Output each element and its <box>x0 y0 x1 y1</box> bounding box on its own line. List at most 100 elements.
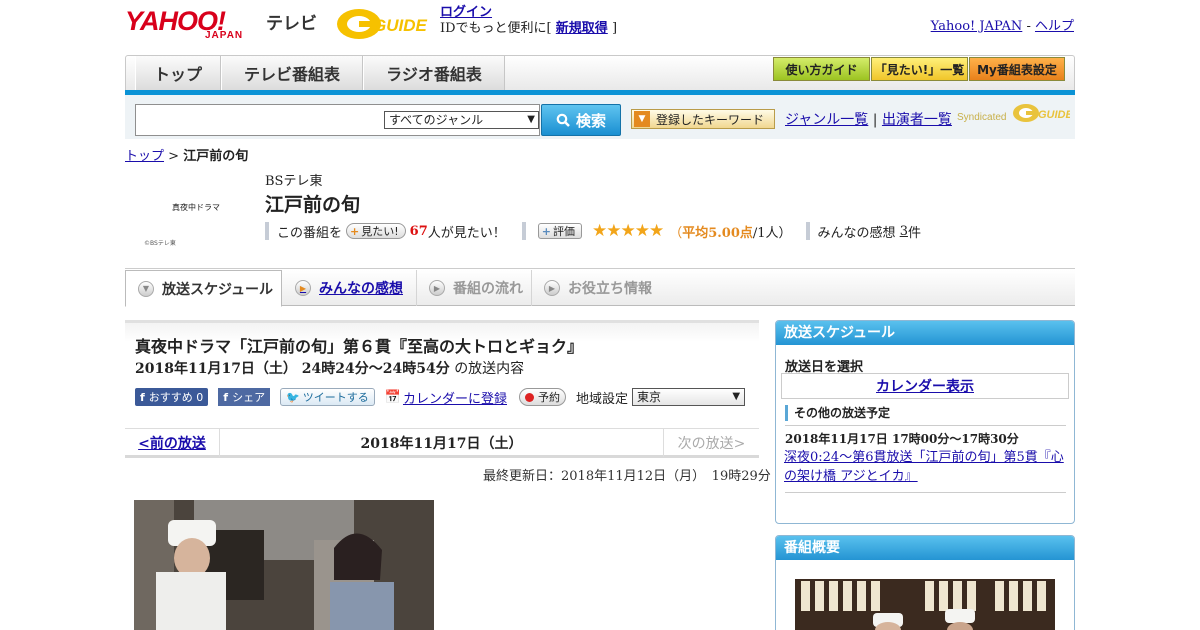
header-separator: - <box>1026 19 1031 34</box>
facebook-recommend-count: 0 <box>196 390 204 404</box>
rate-button-label: 評価 <box>552 225 575 238</box>
facebook-icon: f <box>223 390 229 404</box>
usage-guide-button[interactable]: 使い方ガイド <box>773 57 870 81</box>
record-dot-icon <box>525 392 534 402</box>
rating-people: /1人） <box>752 225 792 241</box>
other-broadcast-item: 深夜0:24～第6貫放送「江戸前の旬」第5貫『心の架け橋 アジとイカ』 <box>784 448 1069 486</box>
breadcrumb-top-link[interactable]: トップ <box>125 149 164 164</box>
header-links: Yahoo! JAPAN - ヘルプ <box>931 15 1074 34</box>
add-to-calendar-link[interactable]: カレンダーに登録 <box>403 388 507 407</box>
region-select[interactable]: 東京 ▼ <box>632 388 746 406</box>
nav-tab-radio-schedule[interactable]: ラジオ番組表 <box>363 56 505 90</box>
chevron-right-icon: ▶ <box>544 280 560 296</box>
calendar-display-button[interactable]: カレンダー表示 <box>781 373 1069 399</box>
genre-select[interactable]: すべてのジャンル ▼ <box>384 111 539 129</box>
episode-title: 真夜中ドラマ「江戸前の旬」第６貫『至高の大トロとギョク』 <box>135 337 584 356</box>
svg-text:GUIDE: GUIDE <box>1038 109 1070 121</box>
login-link[interactable]: ログイン <box>440 5 492 20</box>
nav-tab-top[interactable]: トップ <box>135 56 221 90</box>
breadcrumb-current: 江戸前の旬 <box>183 149 249 164</box>
syndicated-label: Syndicated <box>957 112 1007 123</box>
search-button-label: 検索 <box>575 111 606 130</box>
genre-list-link[interactable]: ジャンル一覧 <box>785 112 868 128</box>
tab-schedule-label: 放送スケジュール <box>162 281 274 298</box>
plus-icon: + <box>350 224 360 238</box>
facebook-recommend-label: おすすめ <box>148 391 193 404</box>
rating-average-open: （ <box>669 225 683 241</box>
want-suffix: 人が見たい！ <box>427 225 506 241</box>
register-link[interactable]: 新規取得 <box>556 21 608 36</box>
program-title: 江戸前の旬 <box>265 194 361 216</box>
channel-name: BSテレ東 <box>265 174 323 189</box>
tab-reviews-label: みんなの感想 <box>319 281 403 297</box>
tabs-top-border <box>125 268 1075 269</box>
reviews-label: みんなの感想 <box>817 225 896 241</box>
chevron-right-icon: ▶ <box>295 280 311 296</box>
rate-button[interactable]: + 評価 <box>537 223 582 239</box>
divider <box>785 492 1066 493</box>
tweet-button[interactable]: 🐦 ツイートする <box>280 388 375 406</box>
previous-broadcast-link[interactable]: <前の放送 <box>125 429 220 457</box>
nav-tab-tv-schedule[interactable]: テレビ番組表 <box>221 56 363 90</box>
want-button[interactable]: + 見たい! <box>346 223 406 239</box>
login-prompt: IDでもっと便利に[ <box>440 21 552 36</box>
link-divider: | <box>872 112 878 128</box>
tab-program-flow: ▶ 番組の流れ <box>417 270 532 306</box>
magnifier-icon <box>556 113 570 127</box>
plus-icon: + <box>541 224 551 238</box>
twitter-bird-icon: 🐦 <box>286 390 300 404</box>
reserve-button-label: 予約 <box>538 391 560 404</box>
service-name[interactable]: テレビ <box>266 9 317 34</box>
facebook-recommend-button[interactable]: f おすすめ 0 <box>135 388 209 406</box>
gguide-logo[interactable]: GUIDE <box>335 7 432 41</box>
reserve-button[interactable]: 予約 <box>519 388 566 406</box>
want-list-button[interactable]: 「見たい!」一覧 <box>871 57 968 81</box>
tweet-button-label: ツイートする <box>302 391 369 404</box>
performer-list-link[interactable]: 出演者一覧 <box>882 112 952 128</box>
tab-useful-info-label: お役立ち情報 <box>568 281 652 297</box>
region-select-value: 東京 <box>637 390 662 404</box>
search-links: ジャンル一覧 | 出演者一覧 <box>785 109 952 129</box>
svg-text:GUIDE: GUIDE <box>373 16 428 35</box>
login-block: ログイン IDでもっと便利に[ 新規取得 ] <box>440 5 617 37</box>
tab-program-flow-label: 番組の流れ <box>453 281 523 297</box>
episode-airtime-suffix: の放送内容 <box>454 361 525 377</box>
region-label: 地域設定 <box>576 391 629 407</box>
yahoo-japan-link[interactable]: Yahoo! JAPAN <box>931 19 1023 34</box>
rating-stars: ★★★★★ <box>591 221 664 241</box>
registered-keywords-button[interactable]: ▼ 登録したキーワード <box>631 109 775 129</box>
episode-airtime-value: 2018年11月17日（土） 24時24分～24時54分 <box>135 361 450 377</box>
overview-photo <box>795 579 1055 630</box>
facebook-icon: f <box>140 390 145 404</box>
overview-panel-title: 番組概要 <box>776 536 1074 560</box>
triangle-down-icon: ▼ <box>634 111 650 127</box>
calendar-icon: 📅 <box>384 389 401 405</box>
other-broadcast-link[interactable]: 深夜0:24～第6貫放送「江戸前の旬」第5貫『心の架け橋 アジとイカ』 <box>784 450 1064 484</box>
want-count: 67 <box>409 223 428 239</box>
episode-photo <box>134 500 434 630</box>
help-link[interactable]: ヘルプ <box>1035 19 1074 34</box>
registered-keywords-label: 登録したキーワード <box>656 112 765 127</box>
divider <box>521 222 526 240</box>
calendar-display-link[interactable]: カレンダー表示 <box>876 376 974 396</box>
facebook-share-label: シェア <box>232 391 266 404</box>
previous-broadcast-label[interactable]: <前の放送 <box>138 433 206 453</box>
breadcrumb: トップ > 江戸前の旬 <box>125 145 248 164</box>
dropdown-arrow-icon: ▼ <box>732 391 741 402</box>
chevron-right-icon: ▶ <box>429 280 445 296</box>
rating-average: 平均5.00点 <box>682 225 753 241</box>
tab-reviews[interactable]: ▶ みんなの感想 <box>283 270 417 306</box>
syndicated-gguide-logo: GUIDE <box>1012 102 1074 128</box>
yahoo-japan-logo-text: JAPAN <box>205 30 244 41</box>
reviews-suffix: 件 <box>907 225 921 241</box>
next-broadcast-label: 次の放送> <box>663 429 759 457</box>
my-schedule-settings-button[interactable]: My番組表設定 <box>969 57 1065 81</box>
schedule-panel-title: 放送スケジュール <box>776 321 1074 345</box>
search-button[interactable]: 検索 <box>541 104 621 136</box>
reviews-count-link[interactable]: 3 <box>900 224 908 239</box>
thumbnail-title: 真夜中ドラマ <box>172 203 220 212</box>
tab-schedule[interactable]: ▼ 放送スケジュール <box>125 270 282 307</box>
pager-date: 2018年11月17日（土） <box>360 436 523 452</box>
login-prompt-end: ] <box>611 21 618 36</box>
facebook-share-button[interactable]: f シェア <box>218 388 271 406</box>
